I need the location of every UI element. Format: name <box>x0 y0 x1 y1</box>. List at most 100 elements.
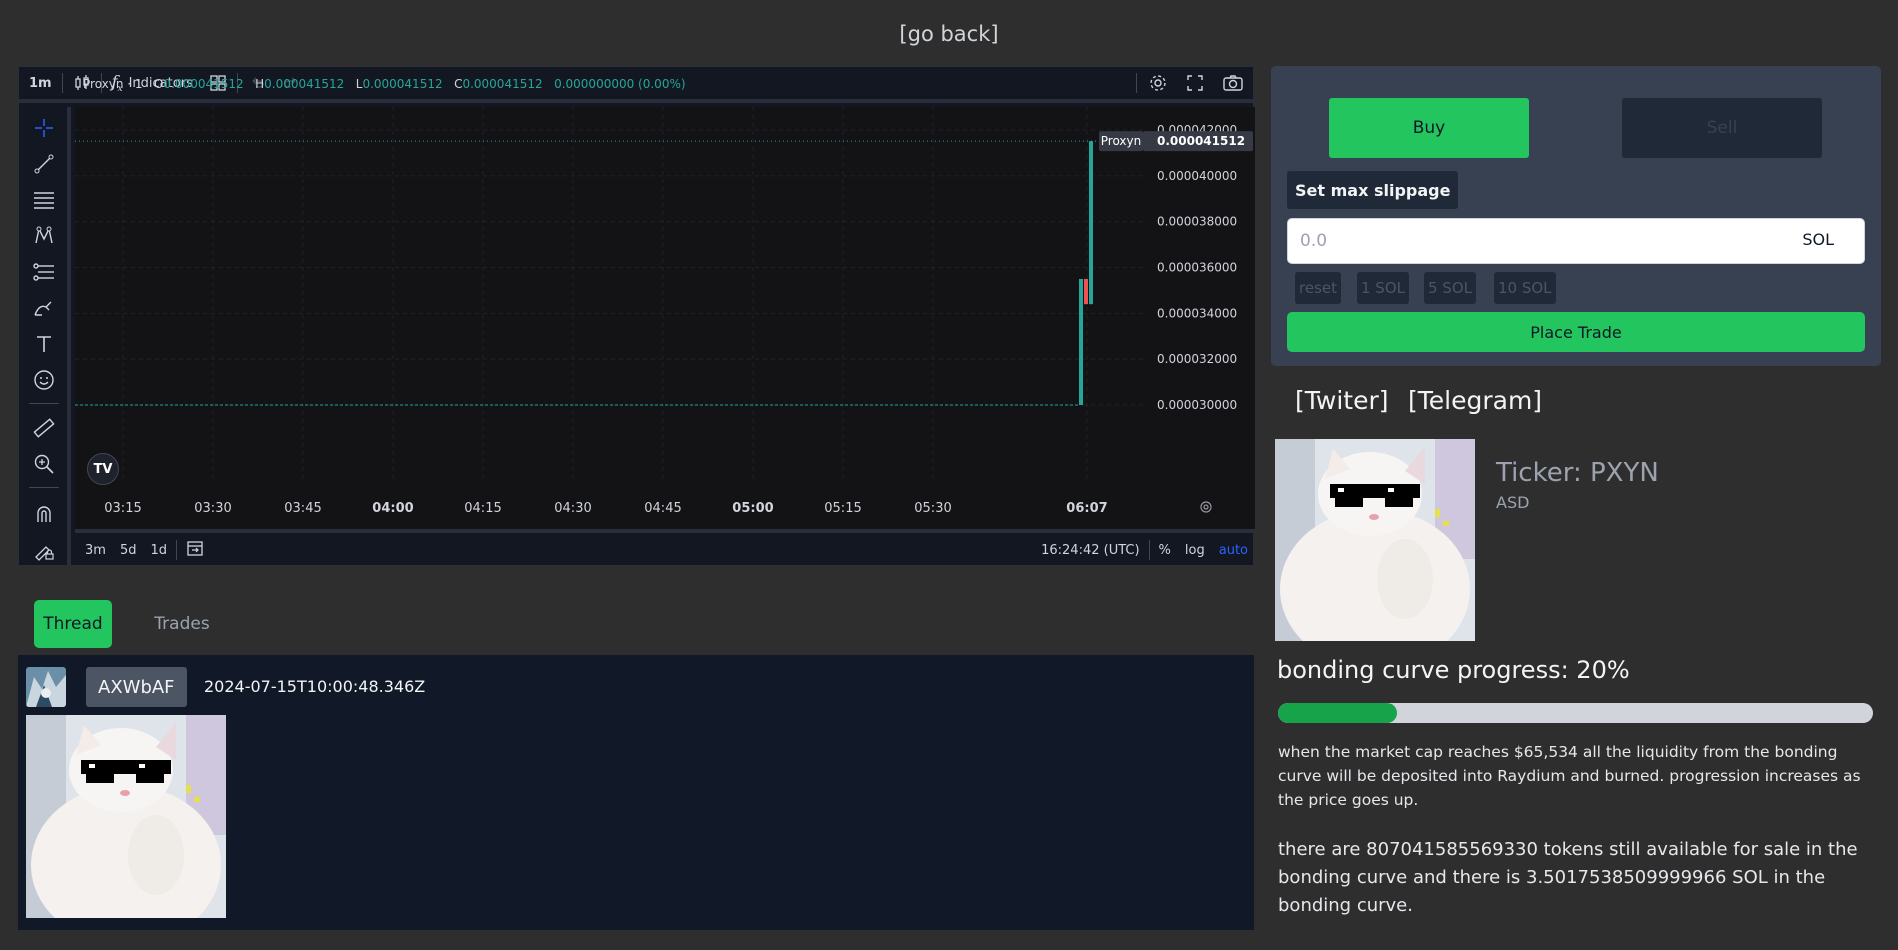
legend-high: 0.000041512 <box>264 77 345 91</box>
percent-toggle[interactable]: % <box>1152 543 1178 558</box>
last-price-tag: 0.000041512 <box>1143 131 1253 152</box>
fullscreen-icon <box>1187 75 1203 91</box>
zoom-in-icon <box>34 454 54 474</box>
goto-date-button[interactable] <box>179 539 211 561</box>
candle-body <box>1079 278 1083 405</box>
settings-button[interactable] <box>1139 67 1177 99</box>
legend-symbol: Proxyn · 1 <box>83 77 143 91</box>
bonding-curve-info: when the market cap reaches $65,534 all … <box>1278 743 1861 809</box>
progress-fill <box>1278 703 1397 723</box>
crosshair-tool[interactable] <box>31 115 57 141</box>
lock-drawing-icon <box>35 546 54 561</box>
forecast-icon <box>33 263 54 281</box>
magnet-icon <box>37 506 51 522</box>
utc-clock[interactable]: 16:24:42 (UTC) <box>1034 543 1146 558</box>
bottom-divider <box>1148 540 1150 560</box>
chart-legend: Proxyn · 1 O0.000041512 H0.000041512 L0.… <box>83 77 686 91</box>
text-tool[interactable] <box>31 331 57 357</box>
brush-tool[interactable] <box>31 295 57 321</box>
y-tick-label: 0.000036000 <box>1157 261 1237 275</box>
crosshair-icon <box>35 119 53 137</box>
go-back-link[interactable]: [go back] <box>0 22 1898 46</box>
legend-change: 0.000000000 (0.00%) <box>554 77 686 91</box>
trend-line-tool[interactable] <box>31 151 57 177</box>
token-ticker: Ticker: PXYN <box>1496 458 1659 488</box>
gear-small-icon <box>1200 501 1212 513</box>
tab-thread[interactable]: Thread <box>34 600 112 648</box>
toolbar-divider <box>1136 73 1137 93</box>
interval-button[interactable]: 1m <box>19 67 60 99</box>
brush-icon <box>34 301 52 316</box>
thread-panel: AXWbAF 2024-07-15T10:00:48.346Z <box>18 655 1254 930</box>
x-tick-label: 05:15 <box>824 501 861 516</box>
legend-open: 0.000041512 <box>163 77 244 91</box>
x-tick-label: 04:30 <box>554 501 591 516</box>
bonding-curve-progress-title: bonding curve progress: 20% <box>1277 656 1630 684</box>
lock-drawings-tool[interactable] <box>31 537 57 563</box>
x-tick-label: 04:15 <box>464 501 501 516</box>
candle-body <box>1089 141 1093 305</box>
legend-close: 0.000041512 <box>462 77 543 91</box>
quick-1-sol-button[interactable]: 1 SOL <box>1357 272 1409 304</box>
camera-icon <box>1223 75 1243 91</box>
x-tick-label: 03:30 <box>194 501 231 516</box>
amount-unit-label: SOL <box>1802 230 1834 249</box>
set-max-slippage-button[interactable]: Set max slippage <box>1287 171 1459 209</box>
ruler-tool[interactable] <box>31 415 57 441</box>
toolbar-divider <box>61 73 63 93</box>
price-tag-label: 0.000041512 <box>1157 134 1245 148</box>
auto-toggle[interactable]: auto <box>1212 543 1255 558</box>
y-tick-label: 0.000032000 <box>1157 352 1237 366</box>
gear-icon <box>1150 75 1166 91</box>
avatar[interactable] <box>26 667 66 707</box>
twitter-link[interactable]: [Twiter] <box>1295 386 1389 415</box>
tokens-available-info: there are 807041585569330 tokens still a… <box>1278 839 1858 916</box>
draw-divider <box>29 403 59 404</box>
y-tick-label: 0.000038000 <box>1157 215 1237 229</box>
log-toggle[interactable]: log <box>1178 543 1212 558</box>
quick-5-sol-button[interactable]: 5 SOL <box>1424 272 1476 304</box>
magnet-tool[interactable] <box>31 501 57 527</box>
quick-10-sol-button[interactable]: 10 SOL <box>1494 272 1556 304</box>
buy-button[interactable]: Buy <box>1329 98 1529 158</box>
x-tick-label: 04:00 <box>372 501 413 516</box>
screenshot-button[interactable] <box>1213 67 1253 99</box>
range-3m[interactable]: 3m <box>75 543 113 558</box>
reset-button[interactable]: reset <box>1295 272 1341 304</box>
place-trade-button[interactable]: Place Trade <box>1287 312 1865 352</box>
pattern-tool[interactable] <box>31 223 57 249</box>
price-scale[interactable]: 0.0000420000.0000400000.0000380000.00003… <box>1143 107 1255 529</box>
username-badge[interactable]: AXWbAF <box>86 667 187 707</box>
bonding-curve-progress-bar <box>1278 703 1873 723</box>
drawing-toolbar <box>19 107 71 567</box>
chart-plot-area[interactable]: 03:15 03:30 03:45 04:00 04:15 04:30 04:45 05:00… <box>75 107 1143 529</box>
tradingview-logo[interactable]: TV <box>87 453 119 485</box>
fullscreen-button[interactable] <box>1177 67 1213 99</box>
symbol-tag-label: Proxyn <box>1101 134 1141 148</box>
ruler-icon <box>33 418 55 438</box>
range-1d[interactable]: 1d <box>143 543 174 558</box>
zoom-tool[interactable] <box>31 451 57 477</box>
chart-bottom-bar: 3m 5d 1d 16:24:42 (UTC) % log auto <box>75 529 1255 567</box>
post-timestamp: 2024-07-15T10:00:48.346Z <box>204 677 426 696</box>
draw-divider <box>29 487 59 488</box>
post-image <box>26 715 226 918</box>
amount-input[interactable] <box>1288 231 1768 251</box>
time-scale-settings[interactable] <box>1199 499 1213 518</box>
legend-low: 0.000041512 <box>362 77 443 91</box>
amount-field: SOL <box>1287 218 1865 264</box>
tab-trades[interactable]: Trades <box>142 600 222 648</box>
x-tick-label: 03:45 <box>284 501 321 516</box>
bottom-divider <box>176 540 177 560</box>
text-icon <box>37 336 51 352</box>
range-5d[interactable]: 5d <box>113 543 144 558</box>
emoji-tool[interactable] <box>31 367 57 393</box>
y-tick-label: 0.000034000 <box>1157 306 1237 320</box>
trade-panel: Buy Sell Set max slippage SOL reset 1 SO… <box>1271 66 1881 366</box>
sell-button[interactable]: Sell <box>1622 98 1822 158</box>
fib-tool[interactable] <box>31 187 57 213</box>
telegram-link[interactable]: [Telegram] <box>1408 386 1542 415</box>
fib-retracement-icon <box>34 192 54 209</box>
x-tick-label: 03:15 <box>104 501 141 516</box>
forecast-tool[interactable] <box>31 259 57 285</box>
